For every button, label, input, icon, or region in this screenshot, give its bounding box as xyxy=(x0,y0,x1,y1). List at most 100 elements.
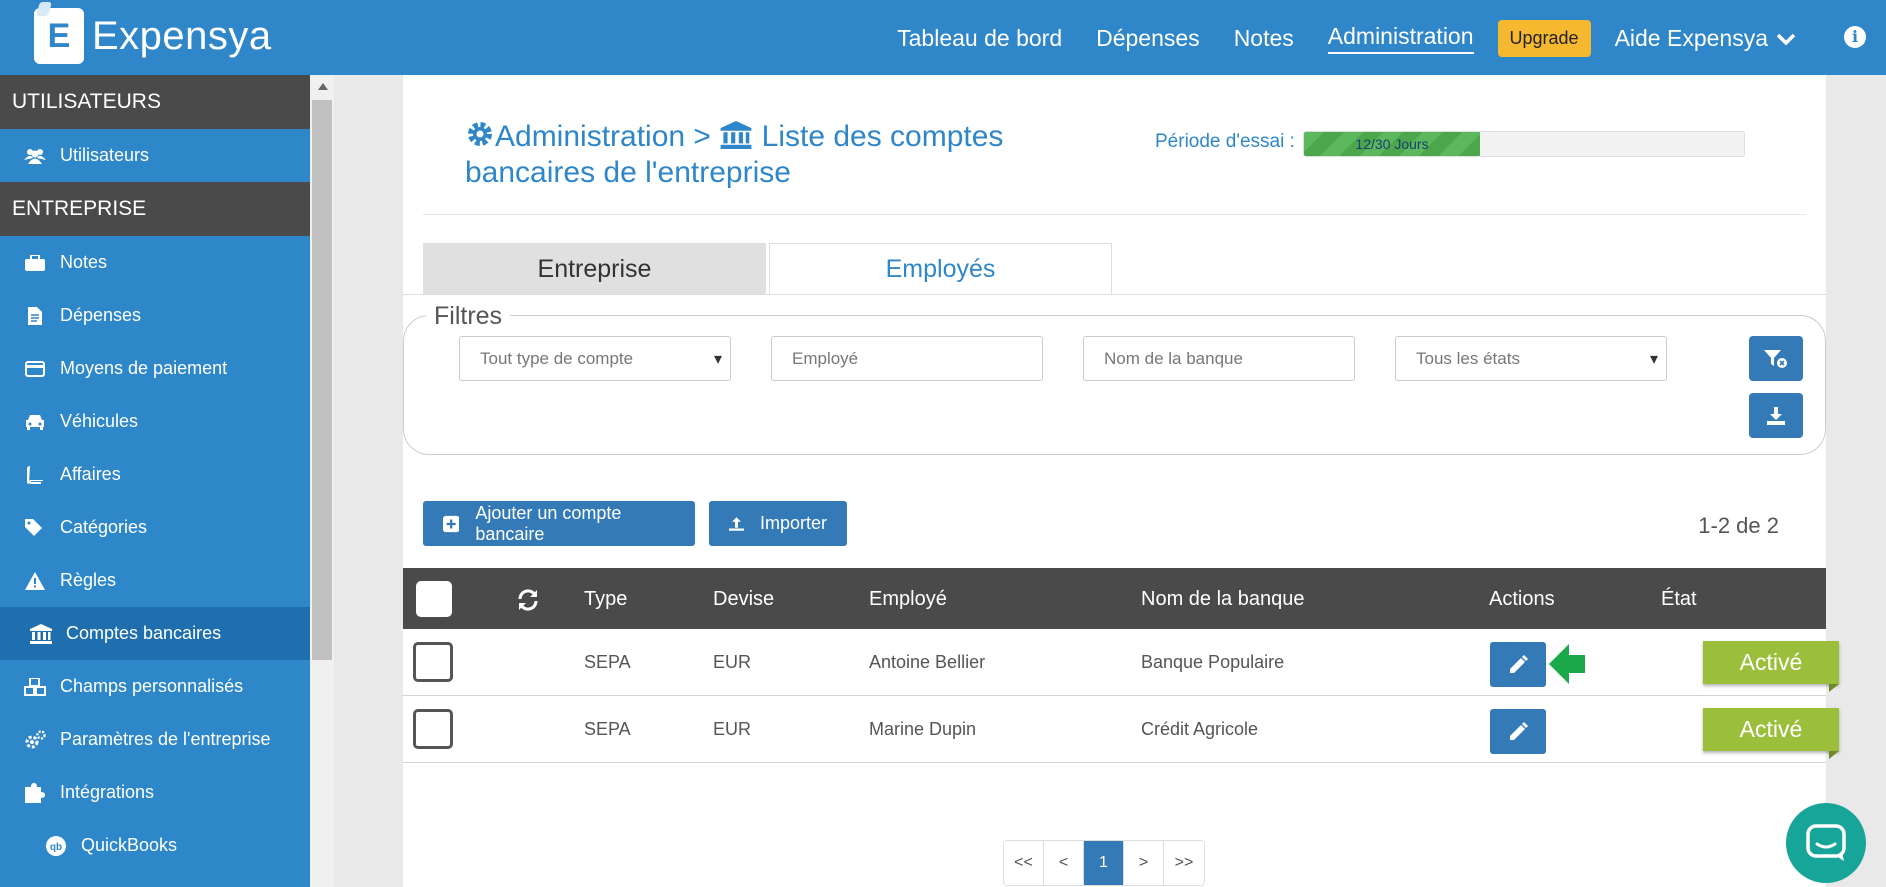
page-next[interactable]: > xyxy=(1124,841,1164,885)
sidebar-item-notes[interactable]: Notes xyxy=(0,236,310,289)
state-select[interactable]: Tous les états xyxy=(1395,336,1667,381)
col-bank-name[interactable]: Nom de la banque xyxy=(1141,588,1304,611)
cell-currency: EUR xyxy=(713,652,752,672)
scroll-up-arrow[interactable] xyxy=(318,83,328,90)
cell-employee: Marine Dupin xyxy=(869,719,977,739)
sidebar-item-bank-accounts[interactable]: Comptes bancaires xyxy=(0,607,310,660)
help-menu[interactable]: Aide Expensya xyxy=(1615,25,1796,52)
sidebar-item-label: Utilisateurs xyxy=(60,145,150,165)
col-state[interactable]: État xyxy=(1661,588,1697,611)
refresh-icon[interactable] xyxy=(516,588,540,612)
nav-dashboard[interactable]: Tableau de bord xyxy=(897,25,1062,52)
download-button[interactable] xyxy=(1749,393,1803,438)
main-nav: Tableau de bord Dépenses Notes Administr… xyxy=(897,20,1796,57)
cell-employee: Antoine Bellier xyxy=(869,652,986,672)
clear-filter-button[interactable] xyxy=(1749,336,1803,381)
sidebar-item-integrations[interactable]: Intégrations xyxy=(0,766,310,819)
tabs: Entreprise Employés xyxy=(423,243,1112,295)
sidebar-section-users: UTILISATEURS xyxy=(0,75,310,129)
cell-currency: EUR xyxy=(713,719,752,739)
sidebar-item-label: Catégories xyxy=(60,517,148,537)
svg-text:qb: qb xyxy=(50,842,62,853)
sidebar-item-payment[interactable]: Moyens de paiement xyxy=(0,342,310,395)
edit-button[interactable] xyxy=(1490,642,1546,687)
sidebar-item-rules[interactable]: Règles xyxy=(0,554,310,607)
employee-input[interactable]: Employé xyxy=(771,336,1043,381)
gear-icon xyxy=(468,122,492,146)
sidebar-item-label: Affaires xyxy=(60,464,121,484)
sidebar-item-vehicles[interactable]: Véhicules xyxy=(0,395,310,448)
sidebar-item-affairs[interactable]: Affaires xyxy=(0,448,310,501)
page-first[interactable]: << xyxy=(1004,841,1044,885)
sidebar-item-expenses[interactable]: Dépenses xyxy=(0,289,310,342)
quickbooks-icon: qb xyxy=(45,835,67,856)
tab-employees[interactable]: Employés xyxy=(769,243,1112,295)
status-badge[interactable]: Activé xyxy=(1703,708,1839,759)
nav-expenses[interactable]: Dépenses xyxy=(1096,25,1200,52)
import-button[interactable]: Importer xyxy=(709,501,847,546)
col-employee[interactable]: Employé xyxy=(869,588,947,611)
tab-company[interactable]: Entreprise xyxy=(423,243,766,295)
file-icon xyxy=(24,306,46,326)
select-all-checkbox[interactable] xyxy=(416,581,452,617)
edit-button[interactable] xyxy=(1490,709,1546,754)
sidebar-item-users[interactable]: Utilisateurs xyxy=(0,129,310,182)
gears-icon xyxy=(24,729,46,750)
trial-progress-bar: 12/30 Jours xyxy=(1303,131,1745,157)
sidebar-item-label: Notes xyxy=(60,252,108,272)
app-logo[interactable]: E Expensya xyxy=(34,8,272,64)
col-currency[interactable]: Devise xyxy=(713,588,774,611)
add-bank-account-button[interactable]: Ajouter un compte bancaire xyxy=(423,501,695,546)
chat-button[interactable] xyxy=(1786,803,1866,883)
sidebar-item-company-settings[interactable]: Paramètres de l'entreprise xyxy=(0,713,310,766)
page-title: Administration > Liste des comptes banca… xyxy=(465,119,1125,191)
sidebar-item-label: Règles xyxy=(60,570,117,590)
table-row: SEPA EUR Marine Dupin Crédit Agricole Ac… xyxy=(403,696,1839,763)
sidebar-item-categories[interactable]: Catégories xyxy=(0,501,310,554)
filter-clear-icon xyxy=(1764,349,1787,368)
puzzle-icon xyxy=(24,782,46,803)
info-icon[interactable]: i xyxy=(1844,26,1866,48)
app-name: Expensya xyxy=(92,13,272,58)
breadcrumb-admin[interactable]: Administration xyxy=(495,120,685,153)
car-icon xyxy=(24,412,46,432)
sidebar-scrollbar[interactable] xyxy=(310,75,334,887)
top-bar: E Expensya Tableau de bord Dépenses Note… xyxy=(0,0,1886,75)
tab-underline xyxy=(403,294,1826,295)
bank-name-input[interactable]: Nom de la banque xyxy=(1083,336,1355,381)
download-icon xyxy=(1767,406,1785,425)
page-current[interactable]: 1 xyxy=(1084,841,1124,885)
logo-mark: E xyxy=(34,8,84,64)
scroll-thumb[interactable] xyxy=(312,100,332,660)
nav-administration[interactable]: Administration xyxy=(1327,23,1474,54)
nav-notes[interactable]: Notes xyxy=(1234,25,1294,52)
page-last[interactable]: >> xyxy=(1164,841,1204,885)
plus-square-icon xyxy=(443,515,460,532)
row-checkbox[interactable] xyxy=(413,709,453,749)
sidebar-item-quickbooks[interactable]: qb QuickBooks xyxy=(0,819,310,872)
cell-type: SEPA xyxy=(584,652,631,672)
sidebar-section-company: ENTREPRISE xyxy=(0,182,310,236)
sidebar-item-label: QuickBooks xyxy=(81,835,178,855)
help-label: Aide Expensya xyxy=(1614,25,1768,51)
bank-icon xyxy=(720,121,752,149)
upgrade-button[interactable]: Upgrade xyxy=(1497,20,1591,57)
table-header: Type Devise Employé Nom de la banque Act… xyxy=(403,568,1826,629)
pencil-icon xyxy=(1510,721,1528,740)
sidebar-item-label: Intégrations xyxy=(60,782,155,802)
filters-panel: Filtres Tout type de compte Employé Nom … xyxy=(403,302,1826,455)
row-checkbox[interactable] xyxy=(413,642,453,682)
chevron-down-icon xyxy=(1776,33,1796,45)
main-content: Administration > Liste des comptes banca… xyxy=(403,75,1839,887)
sidebar-item-custom-fields[interactable]: Champs personnalisés xyxy=(0,660,310,713)
sidebar-item-label: Comptes bancaires xyxy=(66,623,222,643)
page-prev[interactable]: < xyxy=(1044,841,1084,885)
credit-card-icon xyxy=(24,359,46,379)
account-type-select[interactable]: Tout type de compte xyxy=(459,336,731,381)
col-type[interactable]: Type xyxy=(584,588,627,611)
cell-type: SEPA xyxy=(584,719,631,739)
breadcrumb-separator: > xyxy=(693,120,711,153)
sidebar-item-label: Moyens de paiement xyxy=(60,358,228,378)
status-badge[interactable]: Activé xyxy=(1703,641,1839,692)
pencil-icon xyxy=(1510,654,1528,673)
